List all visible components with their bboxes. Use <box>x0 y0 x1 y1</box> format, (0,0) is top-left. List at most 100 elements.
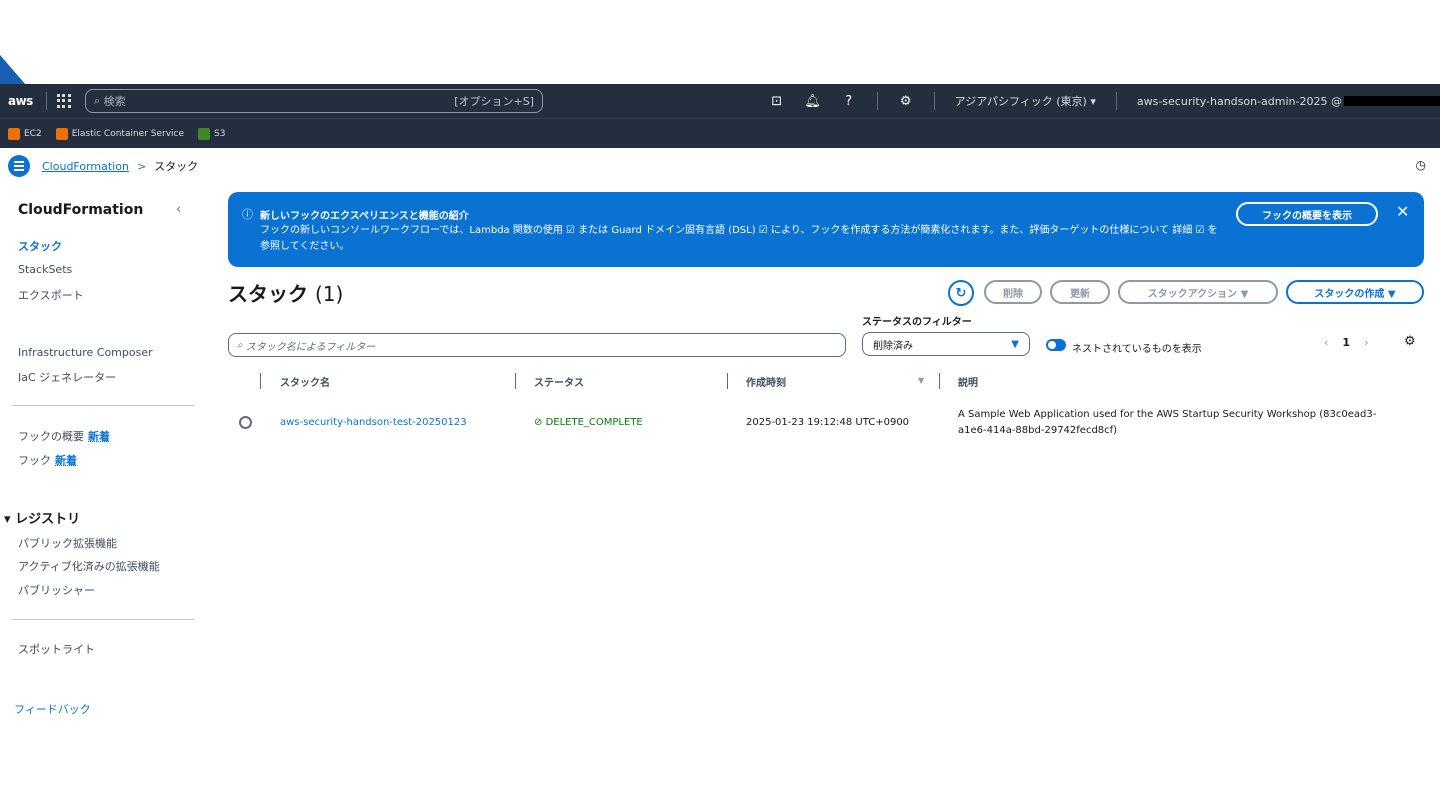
breadcrumb-cloudformation[interactable]: CloudFormation <box>42 160 129 173</box>
section-label: レジストリ <box>15 512 81 527</box>
sidebar-item-public-extensions[interactable]: パブリック拡張機能 <box>18 535 117 551</box>
sidebar-item-hooks[interactable]: フック 新着 <box>18 452 77 468</box>
s3-service-icon <box>198 127 211 140</box>
close-icon[interactable]: ✕ <box>1396 202 1409 221</box>
column-header-created[interactable]: 作成時刻 <box>746 374 786 389</box>
services-grid-icon[interactable] <box>57 94 71 108</box>
breadcrumb-current: スタック <box>154 160 199 173</box>
sidebar-item-stacks[interactable]: スタック <box>18 238 62 254</box>
sidebar-title: CloudFormation <box>18 202 144 218</box>
status-text: DELETE_COMPLETE <box>545 417 643 428</box>
status-filter-value: 削除済み <box>873 340 913 352</box>
table-settings-icon[interactable]: ⚙ <box>1404 334 1416 349</box>
nested-toggle-label: ネストされているものを表示 <box>1072 344 1202 355</box>
column-divider <box>260 373 261 389</box>
new-badge: 新着 <box>55 454 77 467</box>
filter-placeholder: スタック名によるフィルター <box>245 341 376 353</box>
current-page[interactable]: 1 <box>1342 336 1350 349</box>
favorite-label: S3 <box>214 128 226 139</box>
aws-top-nav: aws ⌕ 検索 [オプション+S] ⊡ 🔔︎ ? ⚙ アジアパシフィック (東… <box>0 84 1440 118</box>
banner-body: フックの新しいコンソールワークフローでは、Lambda 関数の使用 ☑ または … <box>260 225 1218 252</box>
sidebar-divider <box>12 619 194 620</box>
bell-icon[interactable]: 🔔︎ <box>795 94 831 109</box>
account-menu[interactable]: aws-security-handson-admin-2025 @ <box>1127 95 1440 108</box>
banner-title: 新しいフックのエクスペリエンスと機能の紹介 <box>260 211 469 222</box>
row-select-radio[interactable] <box>239 416 252 429</box>
sidebar-item-label: フックの概要 <box>18 430 84 443</box>
column-header-stack-name[interactable]: スタック名 <box>280 374 330 389</box>
sidebar-section-registry[interactable]: ▾ レジストリ <box>4 508 80 527</box>
ecs-service-icon <box>55 127 68 140</box>
page-title: スタック (1) <box>228 278 343 307</box>
column-divider <box>939 373 940 389</box>
stack-actions-button[interactable]: スタックアクション ▼ <box>1118 280 1278 304</box>
stack-name-link[interactable]: aws-security-handson-test-20250123 <box>280 417 467 428</box>
sidebar-item-activated-extensions[interactable]: アクティブ化済みの拡張機能 <box>18 558 160 574</box>
cloudshell-icon[interactable]: ⊡ <box>759 94 795 109</box>
sidebar-item-label: フック <box>18 454 51 467</box>
delete-button[interactable]: 削除 <box>984 280 1042 304</box>
column-header-description[interactable]: 説明 <box>958 374 978 389</box>
hooks-info-banner: ⓘ 新しいフックのエクスペリエンスと機能の紹介 フックの新しいコンソールワークフ… <box>228 192 1424 267</box>
breadcrumb: CloudFormation > スタック ◷ <box>0 150 1440 182</box>
sidebar-feedback-link[interactable]: フィードバック <box>14 701 91 717</box>
corner-decoration <box>0 55 26 85</box>
info-icon: ⓘ <box>242 208 253 221</box>
search-shortcut-hint: [オプション+S] <box>454 95 534 108</box>
stack-name-filter-input[interactable]: ⌕ スタック名によるフィルター <box>228 333 846 357</box>
refresh-icon: ↻ <box>955 285 967 301</box>
breadcrumb-separator: > <box>136 159 147 173</box>
clock-icon[interactable]: ◷ <box>1416 158 1426 172</box>
region-selector[interactable]: アジアパシフィック (東京) ▾ <box>945 93 1106 109</box>
favorite-ec2[interactable]: EC2 <box>8 127 42 140</box>
update-button[interactable]: 更新 <box>1050 280 1110 304</box>
stack-count: (1) <box>314 282 344 306</box>
search-icon: ⌕ <box>94 94 104 107</box>
status-filter-select[interactable]: 削除済み ▼ <box>862 332 1030 356</box>
stack-description: A Sample Web Application used for the AW… <box>958 409 1377 436</box>
stack-created-time: 2025-01-23 19:12:48 UTC+0900 <box>746 417 910 428</box>
sidebar-item-exports[interactable]: エクスポート <box>18 287 84 303</box>
redacted-block <box>1344 96 1440 106</box>
caret-down-icon: ▼ <box>1011 338 1019 350</box>
sidebar-close-icon[interactable]: ‹ <box>176 202 181 217</box>
nested-stacks-toggle[interactable] <box>1046 339 1066 351</box>
side-nav-toggle-button[interactable] <box>8 155 30 177</box>
divider <box>1115 92 1117 110</box>
next-page-icon[interactable]: › <box>1364 336 1368 349</box>
pagination: ‹ 1 › <box>1324 336 1368 349</box>
favorite-label: Elastic Container Service <box>71 128 185 139</box>
sort-descending-icon[interactable]: ▼ <box>918 376 924 385</box>
account-name: aws-security-handson-admin-2025 @ <box>1136 94 1342 108</box>
settings-icon[interactable]: ⚙ <box>888 94 924 109</box>
column-divider <box>515 373 516 389</box>
status-filter-label: ステータスのフィルター <box>862 317 972 328</box>
aws-logo[interactable]: aws <box>8 94 36 108</box>
sidebar-item-hooks-overview[interactable]: フックの概要 新着 <box>18 428 110 444</box>
sidebar-divider <box>12 405 194 406</box>
caret-down-icon: ▾ <box>4 512 16 527</box>
stack-status: ⊘ DELETE_COMPLETE <box>534 417 643 428</box>
favorites-bar: EC2 Elastic Container Service S3 <box>0 118 1440 148</box>
favorite-label: EC2 <box>24 128 42 139</box>
search-placeholder: 検索 <box>103 95 126 108</box>
refresh-button[interactable]: ↻ <box>948 280 974 306</box>
sidebar-item-stacksets[interactable]: StackSets <box>18 263 72 276</box>
divider <box>933 92 935 110</box>
previous-page-icon[interactable]: ‹ <box>1324 336 1328 349</box>
new-badge: 新着 <box>88 430 110 443</box>
column-header-status[interactable]: ステータス <box>534 374 584 389</box>
help-icon[interactable]: ? <box>831 94 867 109</box>
favorite-ecs[interactable]: Elastic Container Service <box>55 127 185 140</box>
favorite-s3[interactable]: S3 <box>198 127 226 140</box>
sidebar-item-spotlight[interactable]: スポットライト <box>18 641 95 657</box>
view-hooks-overview-button[interactable]: フックの概要を表示 <box>1236 202 1378 226</box>
create-stack-button[interactable]: スタックの作成 ▼ <box>1286 280 1424 304</box>
divider <box>876 92 878 110</box>
column-divider <box>727 373 728 389</box>
sidebar-item-infrastructure-composer[interactable]: Infrastructure Composer <box>18 346 153 359</box>
sidebar-item-iac-generator[interactable]: IaC ジェネレーター <box>18 369 116 385</box>
sidebar-item-publishers[interactable]: パブリッシャー <box>18 582 95 598</box>
divider <box>46 92 47 110</box>
global-search-input[interactable]: ⌕ 検索 [オプション+S] <box>85 89 543 113</box>
